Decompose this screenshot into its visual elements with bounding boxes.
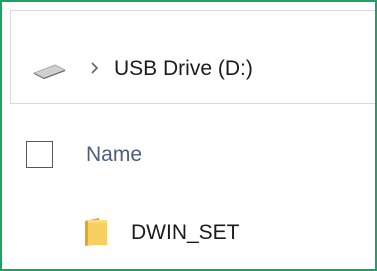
explorer-window: USB Drive (D:) Name DWIN_SET [0, 0, 377, 271]
column-header-row: Name [2, 126, 375, 186]
list-item[interactable]: DWIN_SET [2, 210, 375, 256]
removable-drive-icon [33, 63, 66, 79]
address-bar[interactable]: USB Drive (D:) [10, 10, 375, 104]
name-column-header[interactable]: Name [86, 142, 142, 168]
folder-icon [85, 218, 107, 246]
select-all-checkbox[interactable] [26, 141, 53, 168]
file-name[interactable]: DWIN_SET [131, 220, 240, 246]
chevron-right-icon[interactable] [90, 61, 100, 75]
breadcrumb-location[interactable]: USB Drive (D:) [114, 56, 253, 82]
